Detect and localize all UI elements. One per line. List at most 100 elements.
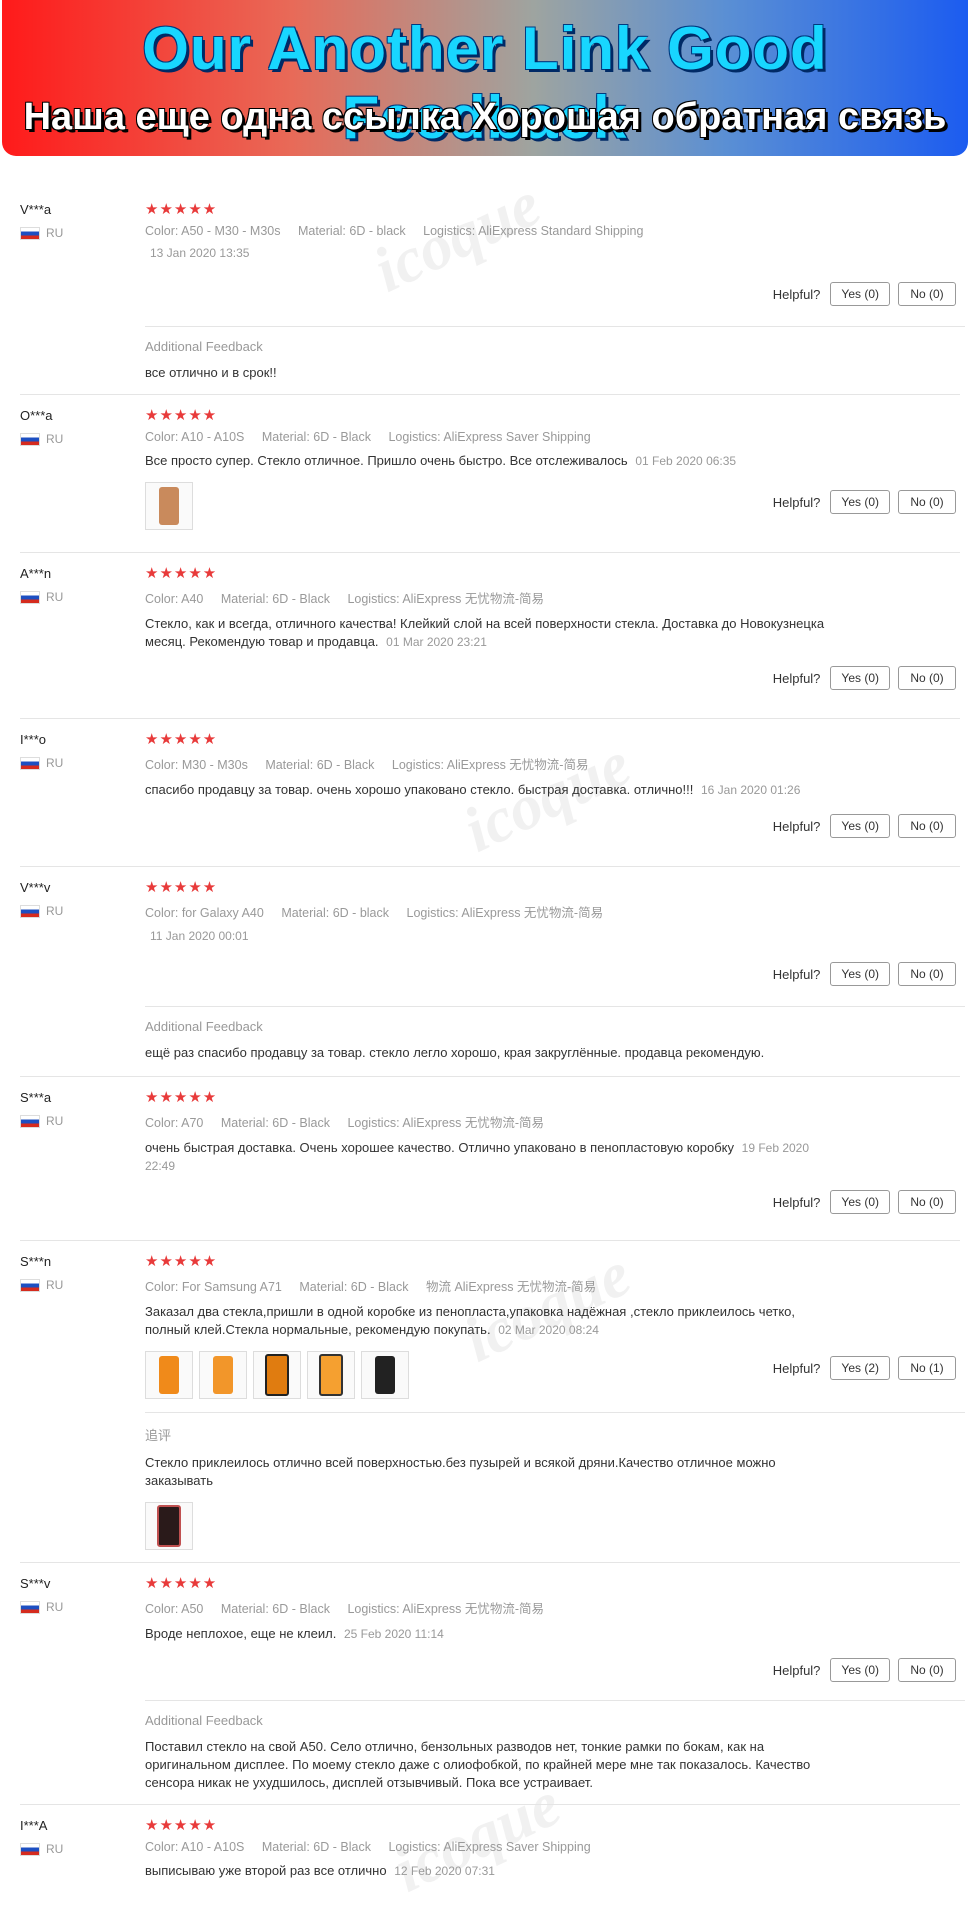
review-photo[interactable] [145, 1351, 193, 1399]
review-item: I***A RU ★★★★★ Color: A10 - A10S Materia… [20, 1804, 960, 1914]
star-rating: ★★★★★ [145, 565, 218, 582]
reviewer-country: RU [20, 1114, 63, 1128]
vote-yes-button[interactable]: Yes (0) [830, 814, 890, 838]
star-rating: ★★★★★ [145, 879, 218, 896]
product-props: Color: for Galaxy A40 Material: 6D - bla… [145, 906, 604, 920]
vote-no-button[interactable]: No (0) [898, 962, 956, 986]
reviewer-name: A***n [20, 566, 52, 581]
star-rating: ★★★★★ [145, 1253, 218, 1270]
russia-flag-icon [20, 1114, 40, 1128]
review-item: A***n RU ★★★★★ Color: A40 Material: 6D -… [20, 552, 960, 719]
russia-flag-icon [20, 756, 40, 770]
review-item: I***o RU ★★★★★ Color: M30 - M30s Materia… [20, 718, 960, 867]
additional-feedback: 追评 Стекло приклеилось отлично всей повер… [145, 1412, 965, 1563]
helpful-vote: Helpful? Yes (0) No (0) [773, 282, 956, 306]
vote-no-button[interactable]: No (0) [898, 1658, 956, 1682]
feedback-banner: Our Another Link Good Feedback Наша еще … [2, 0, 968, 156]
product-props: Color: A50 Material: 6D - Black Logistic… [145, 1602, 545, 1616]
vote-yes-button[interactable]: Yes (2) [830, 1356, 890, 1380]
reviewer-name: O***a [20, 408, 53, 423]
helpful-vote: Helpful? Yes (2) No (1) [773, 1356, 956, 1380]
reviewer-country: RU [20, 1278, 63, 1292]
vote-yes-button[interactable]: Yes (0) [830, 666, 890, 690]
product-props: Color: A10 - A10S Material: 6D - Black L… [145, 430, 591, 444]
review-text: Вроде неплохое, еще не клеил. 25 Feb 202… [145, 1626, 444, 1641]
helpful-vote: Helpful? Yes (0) No (0) [773, 814, 956, 838]
helpful-vote: Helpful? Yes (0) No (0) [773, 666, 956, 690]
helpful-vote: Helpful? Yes (0) No (0) [773, 962, 956, 986]
reviewer-country: RU [20, 590, 63, 604]
product-props: Color: A10 - A10S Material: 6D - Black L… [145, 1840, 591, 1854]
review-photo[interactable] [253, 1351, 301, 1399]
reviewer-name: I***A [20, 1818, 48, 1833]
helpful-vote: Helpful? Yes (0) No (0) [773, 490, 956, 514]
reviewer-country: RU [20, 432, 63, 446]
additional-feedback: Additional Feedback Поставил стекло на с… [145, 1700, 965, 1805]
product-props: Color: A50 - M30 - M30s Material: 6D - b… [145, 224, 644, 238]
additional-feedback: Additional Feedback все отлично и в срок… [145, 326, 965, 395]
vote-no-button[interactable]: No (0) [898, 666, 956, 690]
review-text: выписываю уже второй раз все отлично 12 … [145, 1863, 495, 1878]
reviewer-name: V***v [20, 880, 51, 895]
review-date: 11 Jan 2020 00:01 [150, 929, 249, 943]
review-photos [145, 1502, 965, 1550]
review-photo[interactable] [145, 1502, 193, 1550]
vote-no-button[interactable]: No (0) [898, 1190, 956, 1214]
russia-flag-icon [20, 1842, 40, 1856]
reviewer-country: RU [20, 1600, 63, 1614]
reviewer-name: S***n [20, 1254, 52, 1269]
review-photo[interactable] [199, 1351, 247, 1399]
russia-flag-icon [20, 590, 40, 604]
reviewer-name: S***a [20, 1090, 52, 1105]
review-photo[interactable] [361, 1351, 409, 1399]
helpful-vote: Helpful? Yes (0) No (0) [773, 1190, 956, 1214]
reviewer-country: RU [20, 1842, 63, 1856]
review-photo[interactable] [145, 482, 193, 530]
product-props: Color: A70 Material: 6D - Black Logistic… [145, 1116, 545, 1130]
banner-subtitle: Наша еще одна ссылка Хорошая обратная св… [23, 96, 947, 138]
russia-flag-icon [20, 432, 40, 446]
product-props: Color: A40 Material: 6D - Black Logistic… [145, 592, 545, 606]
vote-no-button[interactable]: No (0) [898, 814, 956, 838]
reviewer-country: RU [20, 756, 63, 770]
vote-yes-button[interactable]: Yes (0) [830, 1190, 890, 1214]
review-date: 13 Jan 2020 13:35 [150, 246, 250, 260]
review-text: Все просто супер. Стекло отличное. Пришл… [145, 453, 737, 468]
vote-yes-button[interactable]: Yes (0) [830, 490, 890, 514]
review-text: Заказал два стекла,пришли в одной коробк… [145, 1304, 796, 1337]
reviewer-name: S***v [20, 1576, 51, 1591]
star-rating: ★★★★★ [145, 201, 218, 218]
star-rating: ★★★★★ [145, 731, 218, 748]
russia-flag-icon [20, 1600, 40, 1614]
russia-flag-icon [20, 226, 40, 240]
russia-flag-icon [20, 1278, 40, 1292]
product-props: Color: M30 - M30s Material: 6D - Black L… [145, 758, 589, 772]
review-text: спасибо продавцу за товар. очень хорошо … [145, 782, 801, 797]
additional-feedback: Additional Feedback ещё раз спасибо прод… [145, 1006, 965, 1077]
vote-yes-button[interactable]: Yes (0) [830, 282, 890, 306]
star-rating: ★★★★★ [145, 1817, 218, 1834]
star-rating: ★★★★★ [145, 1575, 218, 1592]
reviewer-country: RU [20, 226, 63, 240]
review-text: очень быстрая доставка. Очень хорошее ка… [145, 1140, 810, 1173]
review-item: O***a RU ★★★★★ Color: A10 - A10S Materia… [20, 394, 960, 553]
vote-no-button[interactable]: No (1) [898, 1356, 956, 1380]
review-item: S***v RU ★★★★★ Color: A50 Material: 6D -… [20, 1562, 965, 1805]
product-props: Color: For Samsung A71 Material: 6D - Bl… [145, 1280, 597, 1294]
vote-no-button[interactable]: No (0) [898, 490, 956, 514]
helpful-vote: Helpful? Yes (0) No (0) [773, 1658, 956, 1682]
star-rating: ★★★★★ [145, 407, 218, 424]
star-rating: ★★★★★ [145, 1089, 218, 1106]
review-item: S***a RU ★★★★★ Color: A70 Material: 6D -… [20, 1076, 960, 1241]
review-photo[interactable] [307, 1351, 355, 1399]
russia-flag-icon [20, 904, 40, 918]
reviewer-name: V***a [20, 202, 52, 217]
vote-no-button[interactable]: No (0) [898, 282, 956, 306]
reviewer-country: RU [20, 904, 63, 918]
vote-yes-button[interactable]: Yes (0) [830, 1658, 890, 1682]
review-item: S***n RU ★★★★★ Color: For Samsung A71 Ma… [20, 1240, 965, 1563]
review-text: Стекло, как и всегда, отличного качества… [145, 616, 825, 649]
review-item: V***v RU ★★★★★ Color: for Galaxy A40 Mat… [20, 866, 965, 1077]
reviewer-name: I***o [20, 732, 47, 747]
vote-yes-button[interactable]: Yes (0) [830, 962, 890, 986]
